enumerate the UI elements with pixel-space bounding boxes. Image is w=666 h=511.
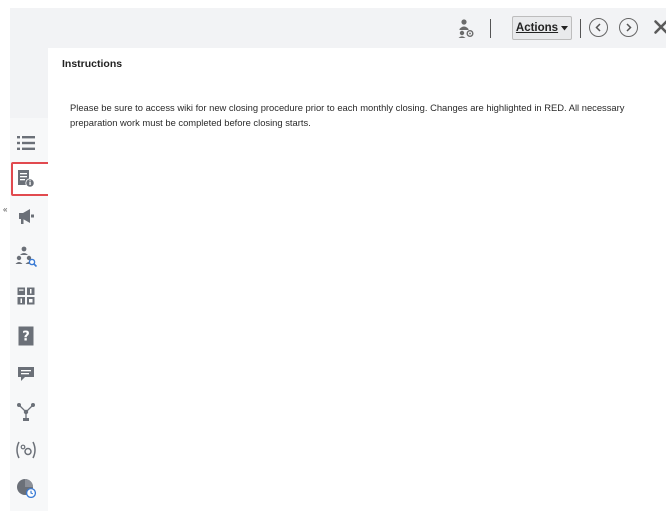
main-panel: Instructions Please be sure to access wi… bbox=[48, 48, 666, 511]
collapse-icon[interactable]: « bbox=[3, 205, 7, 214]
variables-icon[interactable] bbox=[14, 438, 38, 462]
caret-down-icon bbox=[561, 25, 569, 30]
comment-icon[interactable] bbox=[14, 362, 38, 386]
toolbar-separator bbox=[580, 19, 581, 38]
list-icon[interactable] bbox=[14, 131, 38, 155]
actions-button[interactable]: Actions bbox=[512, 16, 572, 40]
instructions-text: Please be sure to access wiki for new cl… bbox=[70, 102, 625, 128]
people-search-icon[interactable] bbox=[14, 244, 38, 268]
workflow-icon[interactable] bbox=[14, 400, 38, 424]
top-toolbar: Actions bbox=[10, 8, 666, 48]
question-document-icon[interactable]: ? bbox=[14, 324, 38, 348]
toolbar-separator bbox=[490, 19, 491, 38]
previous-circle-icon[interactable] bbox=[589, 18, 608, 37]
svg-text:?: ? bbox=[22, 330, 30, 345]
people-settings-icon[interactable] bbox=[456, 18, 476, 38]
actions-label: Actions bbox=[515, 22, 559, 34]
page-title: Instructions bbox=[62, 58, 123, 70]
chart-clock-icon[interactable] bbox=[14, 476, 38, 500]
document-info-icon[interactable] bbox=[14, 167, 38, 191]
close-icon[interactable] bbox=[652, 18, 666, 36]
next-circle-icon[interactable] bbox=[619, 18, 638, 37]
dashboard-tiles-icon[interactable] bbox=[14, 284, 38, 308]
megaphone-icon[interactable] bbox=[14, 204, 38, 228]
